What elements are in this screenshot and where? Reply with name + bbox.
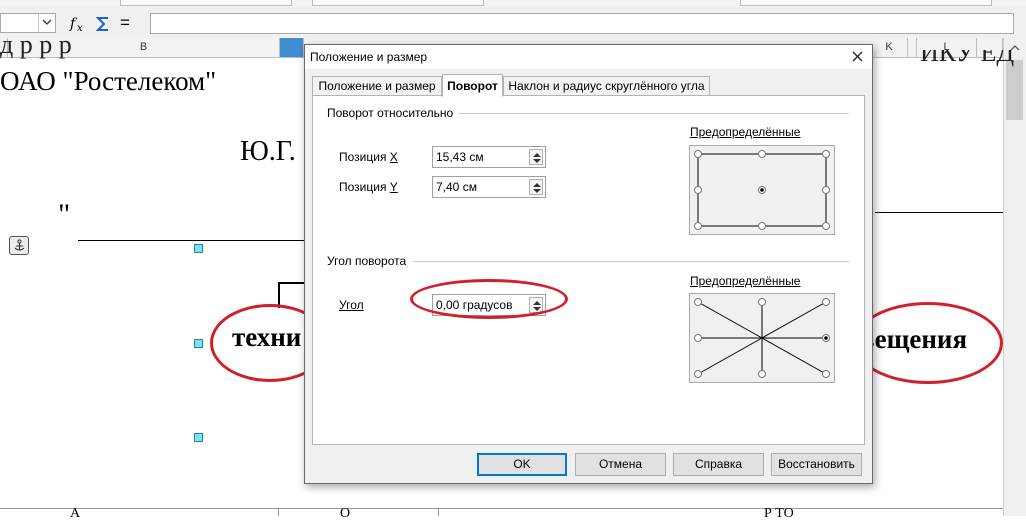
- scroll-up-icon[interactable]: [1010, 44, 1020, 51]
- tab-position-size[interactable]: Положение и размер: [312, 76, 442, 95]
- chevron-down-icon: [42, 19, 52, 25]
- selection-handle[interactable]: [194, 244, 203, 253]
- rotation-angle-group-title: Угол поворота: [327, 254, 407, 268]
- group-separator: [459, 113, 849, 114]
- table-top-border: [0, 508, 1003, 509]
- svg-text:x: x: [77, 23, 83, 34]
- formula-bar: fx =: [0, 6, 1026, 39]
- dialog-titlebar[interactable]: Положение и размер: [305, 45, 872, 69]
- anchor-icon[interactable]: [9, 236, 29, 255]
- spin-down-icon[interactable]: [533, 159, 541, 164]
- annotation-circle-right: [853, 302, 1003, 384]
- table-cell-text: О: [340, 506, 351, 521]
- cancel-button[interactable]: Отмена: [575, 453, 666, 476]
- selection-handle[interactable]: [194, 339, 203, 348]
- vertical-scrollbar[interactable]: [1003, 38, 1026, 516]
- initials-text: Ю.Г.: [240, 136, 296, 167]
- position-x-spin-buttons[interactable]: [529, 149, 543, 165]
- group-separator: [413, 261, 849, 262]
- selection-handle[interactable]: [194, 433, 203, 442]
- company-name-text: ОАО "Ростелеком": [0, 66, 217, 96]
- table-cell-text: А: [70, 506, 81, 521]
- signature-line: [78, 240, 304, 241]
- formula-equals-button[interactable]: =: [120, 14, 136, 32]
- column-header-selected[interactable]: [280, 38, 304, 57]
- name-box[interactable]: [0, 13, 56, 33]
- help-button[interactable]: Справка: [673, 453, 764, 476]
- angle-label: Угол: [339, 298, 364, 312]
- table-cell-text: Р ТО: [764, 506, 794, 521]
- spin-up-icon[interactable]: [533, 182, 541, 187]
- name-box-dropdown[interactable]: [38, 14, 55, 32]
- position-y-field[interactable]: 7,40 см: [432, 176, 546, 198]
- dialog-title: Положение и размер: [310, 50, 428, 64]
- close-icon: [852, 51, 863, 62]
- function-wizard-icon[interactable]: fx: [68, 14, 90, 34]
- rotation-pivot-group-title: Поворот относительно: [327, 106, 454, 120]
- table-divider: [278, 508, 279, 516]
- position-x-label: Позиция X: [339, 150, 398, 164]
- annotation-circle-angle: [410, 279, 568, 319]
- sum-icon[interactable]: [95, 15, 111, 33]
- position-size-dialog: Положение и размер Положение и размер По…: [304, 44, 873, 484]
- position-y-label: Позиция Y: [339, 180, 398, 194]
- table-divider: [438, 508, 439, 516]
- tab-slant-corner-radius[interactable]: Наклон и радиус скруглённого угла: [503, 76, 710, 95]
- angle-predefined-label: Предопределённые: [690, 274, 801, 288]
- spin-up-icon[interactable]: [533, 152, 541, 157]
- tab-rotation[interactable]: Поворот: [442, 74, 503, 97]
- position-x-value: 15,43 см: [436, 150, 484, 164]
- spin-down-icon[interactable]: [533, 189, 541, 194]
- position-y-spin-buttons[interactable]: [529, 179, 543, 195]
- position-x-field[interactable]: 15,43 см: [432, 146, 546, 168]
- angle-preset-selector[interactable]: [689, 293, 835, 383]
- pivot-point-selector[interactable]: [689, 145, 835, 235]
- ok-button[interactable]: OK: [477, 453, 567, 476]
- rotation-tab-page: Поворот относительно Позиция X 15,43 см …: [312, 95, 865, 445]
- pivot-predefined-label: Предопределённые: [690, 125, 801, 139]
- scrollbar-thumb[interactable]: [1006, 60, 1023, 120]
- position-y-value: 7,40 см: [436, 180, 477, 194]
- quote-mark-text: ": [58, 198, 71, 231]
- close-button[interactable]: [850, 49, 866, 65]
- reset-button[interactable]: Восстановить: [771, 453, 862, 476]
- formula-input[interactable]: [150, 13, 1014, 34]
- frame-top-edge: [278, 282, 304, 284]
- signature-line-right: [875, 212, 1003, 213]
